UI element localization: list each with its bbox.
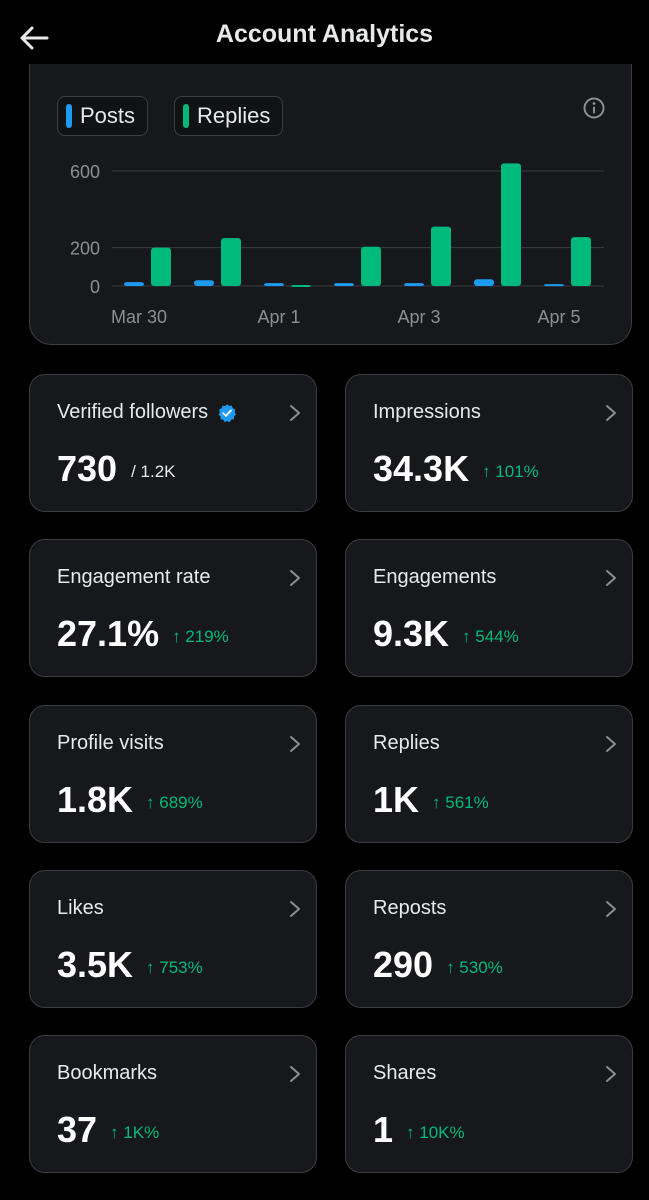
stat-change: ↑ 10K% [406, 1123, 465, 1142]
stat-value-row: 9.3K ↑ 544% [373, 614, 519, 661]
stat-value: 290 [373, 944, 434, 985]
x-tick-label: Apr 5 [537, 307, 580, 327]
bar-replies [291, 285, 311, 288]
bar-posts [474, 279, 494, 286]
chevron-right-icon [290, 570, 300, 586]
stat-card-likes[interactable]: Likes 3.5K ↑ 753% [29, 870, 317, 1008]
stat-change: ↑ 101% [482, 462, 539, 481]
y-tick-label: 600 [70, 162, 100, 182]
stat-value: 730 [57, 448, 118, 489]
stat-value-row: 27.1% ↑ 219% [57, 614, 229, 661]
stat-card-engagements[interactable]: Engagements 9.3K ↑ 544% [345, 539, 633, 677]
bar-posts [264, 283, 284, 286]
stat-label: Reposts [373, 897, 447, 919]
stat-change: ↑ 689% [146, 793, 203, 812]
stat-value-row: 1.8K ↑ 689% [57, 780, 203, 827]
stat-card-engagement-rate[interactable]: Engagement rate 27.1% ↑ 219% [29, 539, 317, 677]
stat-label: Replies [373, 732, 440, 754]
verified-badge-icon [218, 403, 237, 422]
stat-label: Engagements [373, 566, 497, 588]
stat-value-row: 3.5K ↑ 753% [57, 945, 203, 992]
stat-value: 1.8K [57, 779, 134, 820]
stat-card-replies[interactable]: Replies 1K ↑ 561% [345, 705, 633, 843]
header: Account Analytics [0, 0, 649, 72]
stat-change: ↑ 561% [432, 793, 489, 812]
stat-value-row: 34.3K ↑ 101% [373, 449, 539, 496]
bar-posts [334, 283, 354, 286]
stat-change: ↑ 753% [146, 958, 203, 977]
stat-value-row: 37 ↑ 1K% [57, 1110, 159, 1157]
chevron-right-icon [290, 1066, 300, 1082]
stat-card-impressions[interactable]: Impressions 34.3K ↑ 101% [345, 374, 633, 512]
stat-value-row: 1K ↑ 561% [373, 780, 489, 827]
x-tick-label: Apr 1 [257, 307, 300, 327]
chevron-right-icon [606, 570, 616, 586]
stat-label: Likes [57, 897, 104, 919]
chevron-right-icon [290, 736, 300, 752]
chevron-right-icon [606, 901, 616, 917]
stat-change: ↑ 544% [462, 627, 519, 646]
bar-posts [124, 282, 144, 286]
y-tick-label: 0 [90, 277, 100, 297]
stat-card-bookmarks[interactable]: Bookmarks 37 ↑ 1K% [29, 1035, 317, 1173]
stat-card-shares[interactable]: Shares 1 ↑ 10K% [345, 1035, 633, 1173]
bar-replies [361, 246, 381, 286]
stat-change: ↑ 1K% [110, 1123, 160, 1142]
x-tick-label: Mar 30 [111, 307, 167, 327]
stat-card-profile-visits[interactable]: Profile visits 1.8K ↑ 689% [29, 705, 317, 843]
bar-replies [571, 237, 591, 286]
chevron-right-icon [290, 901, 300, 917]
bar-chart: 600 200 0 Mar 30 Apr 1 Apr 3 Apr 5 [70, 162, 604, 327]
stat-card-verified-followers[interactable]: Verified followers 730 / 1.2K [29, 374, 317, 512]
chevron-right-icon [606, 736, 616, 752]
stat-value: 1 [373, 1109, 394, 1150]
y-tick-label: 200 [70, 239, 100, 259]
bar-posts [544, 284, 564, 287]
stat-value: 3.5K [57, 944, 134, 985]
bar-replies [221, 238, 241, 286]
chevron-right-icon [606, 1066, 616, 1082]
stat-card-reposts[interactable]: Reposts 290 ↑ 530% [345, 870, 633, 1008]
stat-value-row: 1 ↑ 10K% [373, 1110, 465, 1157]
stat-label: Impressions [373, 401, 481, 423]
stat-value: 37 [57, 1109, 98, 1150]
stat-value: 27.1% [57, 613, 160, 654]
stat-value-row: 730 / 1.2K [57, 449, 176, 496]
stat-value: 1K [373, 779, 420, 820]
chart-card: Posts Replies 600 200 0 Mar 30 Apr 1 Apr 3 Apr… [29, 64, 632, 345]
bar-replies [431, 226, 451, 286]
stat-label: Shares [373, 1062, 437, 1084]
stat-value: 9.3K [373, 613, 450, 654]
stat-label: Bookmarks [57, 1062, 158, 1084]
stat-value: 34.3K [373, 448, 470, 489]
bar-posts [194, 280, 214, 286]
stat-label: Verified followers [57, 401, 209, 423]
bar-posts [404, 283, 424, 286]
chevron-right-icon [290, 405, 300, 421]
stat-total: / 1.2K [131, 462, 176, 481]
bar-replies [501, 163, 521, 286]
stat-value-row: 290 ↑ 530% [373, 945, 503, 992]
stat-change: ↑ 530% [446, 958, 503, 977]
stat-label: Engagement rate [57, 566, 211, 588]
stat-label: Profile visits [57, 732, 164, 754]
chevron-right-icon [606, 405, 616, 421]
stat-label-row: Verified followers [57, 401, 237, 424]
page-title: Account Analytics [215, 20, 434, 48]
bar-replies [151, 247, 171, 286]
stat-change: ↑ 219% [172, 627, 229, 646]
x-tick-label: Apr 3 [397, 307, 440, 327]
